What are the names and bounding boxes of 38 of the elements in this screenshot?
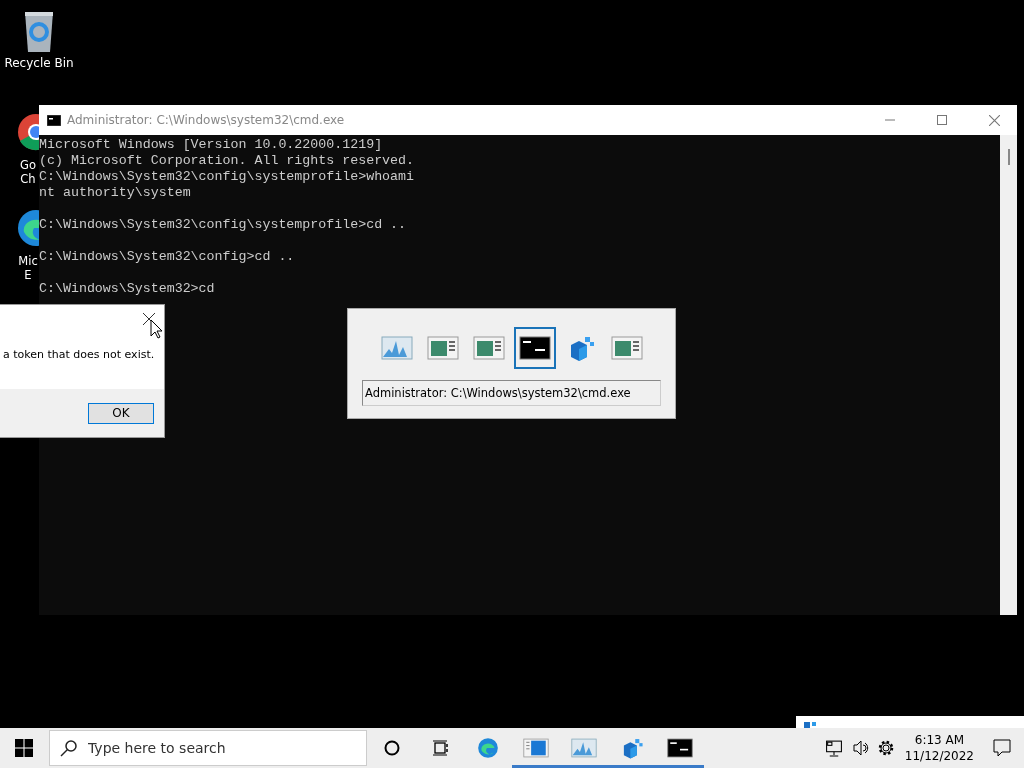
maximize-icon: [937, 115, 947, 125]
switcher-item[interactable]: [513, 327, 556, 369]
console-line: C:\Windows\System32\config\systemprofile>whoami: [39, 169, 416, 185]
close-icon: [988, 114, 1000, 126]
window-title-field: Administrator: C:\Windows\system32\cmd.exe: [362, 380, 661, 406]
search-field[interactable]: Type here to search: [49, 730, 367, 766]
clock-date[interactable]: 11/12/2022: [904, 748, 974, 764]
chart-window-icon: [571, 736, 597, 760]
search-icon: [60, 740, 77, 757]
icon-label: Recycle Bin: [4, 56, 74, 70]
window-icon: [523, 736, 549, 760]
console-line: C:\Windows\System32\config\systemprofile>cd ..: [39, 216, 408, 233]
icon-label: Ch: [20, 172, 36, 186]
icon-label: E: [24, 268, 32, 282]
console-line: Microsoft Windows [Version 10.0.22000.1219]: [39, 137, 384, 153]
window-icon: [610, 335, 643, 361]
console-line: C:\Windows\System32\config>cd ..: [39, 248, 296, 265]
console-line: nt authority\system: [39, 185, 192, 201]
console-line: C:\Windows\System32>cd: [39, 280, 216, 297]
scrollbar[interactable]: [1000, 135, 1017, 615]
chart-window-icon: [380, 335, 413, 361]
console-line: (c) Microsoft Corporation. All rights reserved.: [39, 153, 416, 169]
console-icon: [47, 114, 61, 126]
console-icon: [667, 736, 693, 760]
ok-button[interactable]: OK: [88, 402, 154, 424]
window-icon: [426, 335, 459, 361]
console-icon: [518, 335, 551, 361]
icon-label: Mic: [18, 254, 38, 268]
browser-icon: [475, 736, 501, 760]
dialog-message: a token that does not exist.: [2, 348, 155, 361]
cursor-icon: [150, 319, 162, 339]
cubes-icon: [804, 722, 818, 728]
windows-logo-icon: [15, 739, 33, 757]
close-button[interactable]: [143, 313, 155, 325]
window-title: Administrator: C:\Windows\system32\cmd.exe: [67, 113, 346, 127]
clock-time[interactable]: 6:13 AM: [914, 732, 965, 748]
window-icon: [472, 335, 505, 361]
icon-label: Go: [20, 158, 36, 172]
